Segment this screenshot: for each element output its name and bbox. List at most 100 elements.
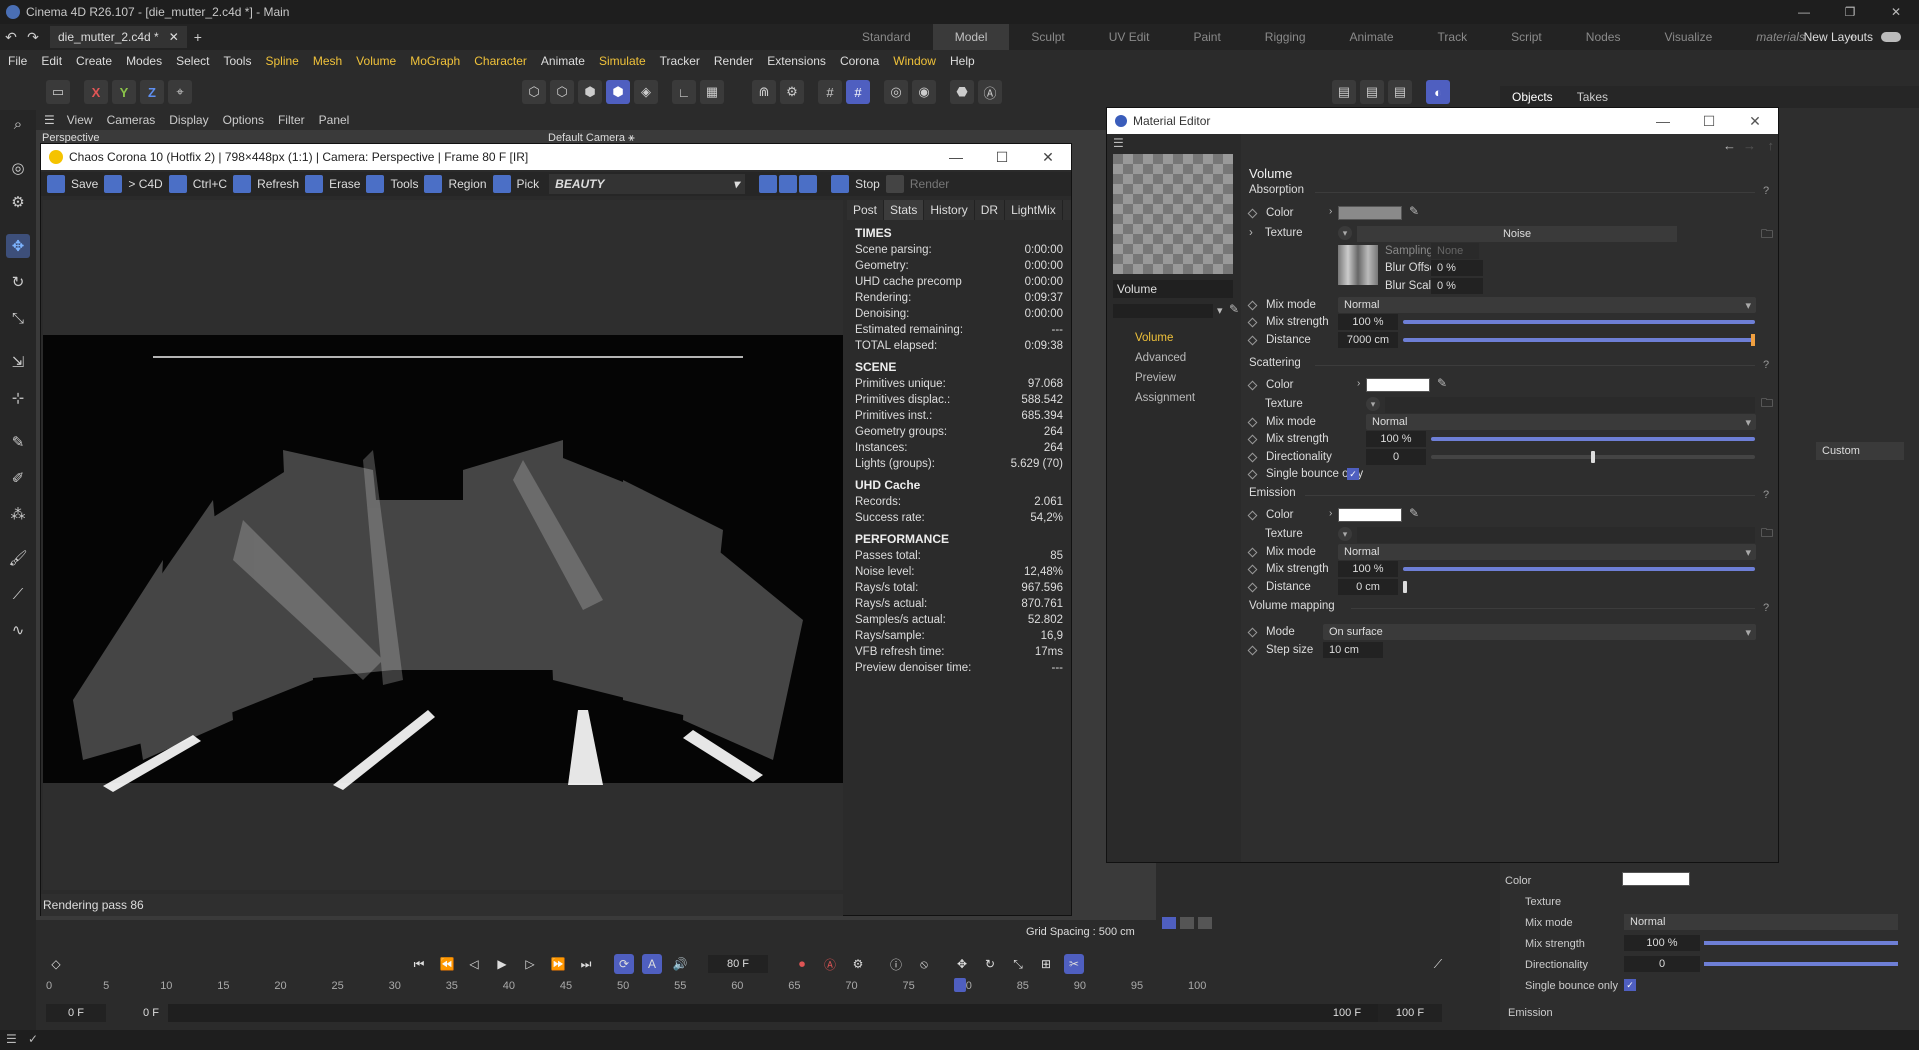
magnet-icon[interactable]: ⋒ [752, 80, 776, 104]
rp-directionality-slider[interactable] [1704, 962, 1898, 966]
maximize-button[interactable]: ❐ [1827, 0, 1873, 24]
folder-icon[interactable]: 🗀 [1761, 524, 1773, 545]
absorption-mixmode-dropdown[interactable]: Normal [1338, 297, 1756, 313]
render-active-view-icon[interactable]: ▤ [1360, 80, 1384, 104]
emission-distance-slider[interactable] [1403, 581, 1407, 593]
live-selection-icon[interactable]: ◎ [6, 156, 30, 180]
frame-range-bar[interactable] [168, 1004, 1398, 1022]
sound-icon[interactable]: 🔊 [670, 954, 690, 974]
tab-lightmix[interactable]: LightMix [1005, 200, 1063, 220]
new-layouts-label[interactable]: New Layouts [1804, 30, 1873, 44]
single-view-icon[interactable] [1162, 917, 1176, 929]
viewport-menu-cameras[interactable]: Cameras [107, 113, 156, 127]
stop-button[interactable]: Stop [831, 173, 880, 195]
dropdown-arrow-icon[interactable]: ▾ [1217, 304, 1223, 317]
current-frame-field[interactable]: 80 F [708, 955, 768, 973]
copy-button[interactable]: Ctrl+C [168, 173, 227, 195]
go-to-start-icon[interactable]: ⏮ [409, 954, 429, 974]
back-arrow-icon[interactable]: ← [1723, 138, 1736, 153]
polygons-mode-icon[interactable]: ⬢ [578, 80, 602, 104]
distance-slider-knob[interactable] [1751, 334, 1755, 346]
rotation-key-icon[interactable]: ↻ [980, 954, 1000, 974]
mograph-icon[interactable]: ⁂ [6, 502, 30, 526]
nav-preview[interactable]: Preview [1135, 372, 1176, 384]
next-frame-icon[interactable]: ▷ [520, 954, 540, 974]
layout-tab[interactable]: Visualize [1642, 24, 1734, 50]
auto-keying-icon[interactable]: Ⓐ [820, 954, 840, 974]
sketch-icon[interactable]: ✐ [6, 466, 30, 490]
help-icon[interactable]: ? [1763, 489, 1769, 501]
tab-objects[interactable]: Objects [1500, 90, 1565, 104]
emission-distance-field[interactable]: 0 cm [1338, 579, 1398, 595]
menu-extensions[interactable]: Extensions [767, 54, 826, 68]
expand-chevron-icon[interactable]: › [1249, 227, 1253, 239]
scale-tool-icon[interactable]: ⤡ [6, 306, 30, 330]
key-settings-icon[interactable]: ⚙ [848, 954, 868, 974]
expand-chevron-icon[interactable]: › [1329, 508, 1332, 519]
z-axis-button[interactable]: Z [140, 80, 164, 104]
expand-chevron-icon[interactable]: › [1329, 206, 1332, 217]
keyframe-diamond-icon[interactable] [1247, 417, 1258, 427]
to-c4d-button[interactable]: > C4D [104, 173, 163, 195]
keyframe-selection-icon[interactable]: ⓘ [886, 954, 906, 974]
single-bounce-checkbox[interactable]: ✓ [1347, 468, 1359, 480]
keyframe-diamond-icon[interactable] [1247, 510, 1258, 520]
menu-spline[interactable]: Spline [265, 54, 298, 68]
rp-single-bounce-checkbox[interactable]: ✓ [1624, 979, 1636, 991]
model-mode-icon[interactable]: ⬢ [606, 80, 630, 104]
absorption-distance-slider[interactable] [1403, 338, 1755, 342]
menu-window[interactable]: Window [893, 54, 936, 68]
region-button[interactable]: Region [424, 173, 487, 195]
help-icon[interactable]: ? [1763, 359, 1769, 371]
layout-tab[interactable]: Paint [1171, 24, 1242, 50]
folder-icon[interactable]: 🗀 [1761, 225, 1773, 246]
record-icon[interactable]: ⏺ [792, 954, 812, 974]
keyframe-diamond-icon[interactable] [1247, 469, 1258, 479]
undo-icon[interactable]: ↶ [0, 26, 22, 48]
material-layer-field[interactable] [1113, 304, 1213, 318]
zoom-out-icon[interactable] [779, 173, 798, 195]
save-button[interactable]: Save [47, 173, 98, 195]
help-icon[interactable]: ? [1763, 185, 1769, 197]
sampling-dropdown[interactable]: None [1431, 243, 1479, 259]
step-size-field[interactable]: 10 cm [1323, 642, 1383, 658]
param-key-icon[interactable]: ⊞ [1036, 954, 1056, 974]
render-button[interactable]: Render [885, 173, 949, 195]
menu-create[interactable]: Create [76, 54, 112, 68]
zoom-in-icon[interactable] [759, 173, 778, 195]
texture-menu-icon[interactable]: ▾ [1338, 226, 1352, 240]
texture-menu-icon[interactable]: ▾ [1366, 397, 1380, 411]
directionality-slider-knob[interactable] [1591, 451, 1595, 463]
new-layouts-toggle[interactable] [1881, 32, 1901, 42]
scattering-mixstrength-slider[interactable] [1431, 437, 1755, 441]
help-icon[interactable]: ? [1763, 602, 1769, 614]
timeline-ruler[interactable]: 0 5 10 15 20 25 30 35 40 45 50 55 60 65 70 75 80 85 90 95 10… [46, 978, 1446, 1000]
absorption-texture-field[interactable]: Noise [1357, 226, 1677, 242]
settings-snap-icon[interactable]: ⚙ [780, 80, 804, 104]
keyframe-diamond-icon[interactable] [1247, 335, 1258, 345]
keyframe-diamond-icon[interactable] [1247, 300, 1258, 310]
axis-mode-icon[interactable]: ∟ [672, 80, 696, 104]
x-axis-button[interactable]: X [84, 80, 108, 104]
scattering-directionality-field[interactable]: 0 [1366, 449, 1426, 465]
keyframe-diamond-icon[interactable] [1247, 645, 1258, 655]
viewport-menu-view[interactable]: View [67, 113, 93, 127]
texture-mode-icon[interactable]: ▦ [700, 80, 724, 104]
placement-tool-icon[interactable]: ⊹ [6, 386, 30, 410]
rp-mixmode-dropdown[interactable]: Normal [1624, 914, 1898, 930]
grid-icon[interactable]: # [818, 80, 842, 104]
menu-mesh[interactable]: Mesh [313, 54, 342, 68]
layout-tab[interactable]: Rigging [1243, 24, 1328, 50]
redo-icon[interactable]: ↷ [22, 26, 44, 48]
blur-scale-field[interactable]: 0 % [1431, 278, 1483, 294]
absorption-mixstrength-field[interactable]: 100 % [1338, 314, 1398, 330]
end-frame-field[interactable]: 100 F [1378, 1004, 1442, 1022]
spline-pen-icon[interactable]: ✎ [6, 430, 30, 454]
soft-selection-icon[interactable]: ◎ [884, 80, 908, 104]
lock-icon[interactable]: Ⓐ [978, 80, 1002, 104]
symmetry-icon[interactable]: ◉ [912, 80, 936, 104]
eyedropper-icon[interactable]: ✎ [1437, 376, 1447, 390]
close-tab-icon[interactable]: ✕ [169, 30, 179, 44]
tab-stats[interactable]: Stats [884, 200, 925, 220]
key-mode-icon[interactable]: ⦸ [914, 954, 934, 974]
